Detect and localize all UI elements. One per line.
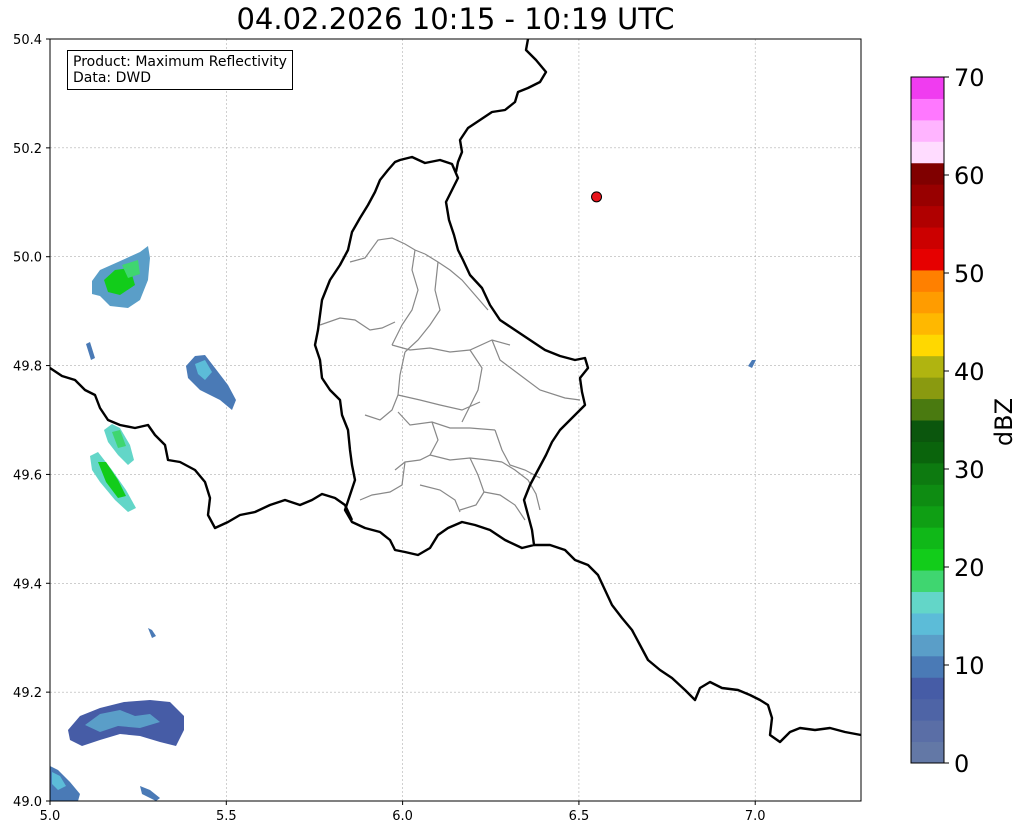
map-plot-area: [50, 39, 861, 801]
colorbar-segment: [911, 441, 944, 464]
colorbar-tick-label: 50: [954, 260, 985, 288]
colorbar-segment: [911, 698, 944, 721]
colorbar-tick-label: 0: [954, 750, 969, 778]
colorbar-segment: [911, 505, 944, 528]
colorbar-tick-label: 40: [954, 358, 985, 386]
map-figure: 5.0 5.5 6.0 6.5 7.0 49.0 49.2 49.4 49.6 49.8 50.0 5…: [13, 33, 1018, 824]
colorbar-segment: [911, 741, 944, 764]
colorbar-segment: [911, 570, 944, 592]
colorbar-segment: [911, 398, 944, 421]
colorbar-segment: [911, 205, 944, 228]
station-marker: [591, 191, 603, 203]
colorbar-segment: [911, 269, 944, 292]
colorbar-tick-label: 60: [954, 162, 985, 190]
y-tick-label: 49.6: [13, 468, 42, 483]
y-tick-label: 49.2: [13, 686, 42, 701]
y-tick-label: 49.8: [13, 360, 42, 375]
y-tick-label: 49.0: [13, 795, 42, 810]
colorbar-segment: [911, 420, 944, 442]
colorbar-segment: [911, 77, 944, 99]
colorbar-segment: [911, 98, 944, 121]
colorbar-segment: [911, 634, 944, 657]
colorbar-segment: [911, 527, 944, 550]
x-tick-label: 7.0: [745, 809, 766, 824]
colorbar-segment: [911, 334, 944, 357]
colorbar-segment: [911, 655, 944, 678]
colorbar-segment: [911, 248, 944, 271]
y-tick-label: 50.4: [13, 33, 42, 48]
colorbar-tick-label: 70: [954, 64, 985, 92]
colorbar-tick-label: 30: [954, 456, 985, 484]
colorbar-segment: [911, 312, 944, 335]
x-tick-label: 5.0: [40, 809, 61, 824]
y-tick-label: 50.0: [13, 251, 42, 266]
colorbar-segment: [911, 677, 944, 700]
colorbar-segment: [911, 355, 944, 378]
colorbar-tick-label: 20: [954, 554, 985, 582]
colorbar-segment: [911, 119, 944, 142]
y-tick-label: 50.2: [13, 142, 42, 157]
colorbar-segment: [911, 291, 944, 314]
x-tick-label: 6.0: [392, 809, 413, 824]
colorbar-segment: [911, 720, 944, 743]
colorbar-segment: [911, 548, 944, 571]
y-tick-label: 49.4: [13, 577, 42, 592]
x-tick-label: 5.5: [216, 809, 237, 824]
colorbar-label: dBZ: [990, 398, 1018, 446]
colorbar-segment: [911, 484, 944, 507]
product-info-box: Product: Maximum Reflectivity Data: DWD: [67, 50, 293, 90]
colorbar-tick-label: 10: [954, 652, 985, 680]
data-source-label: Data: DWD: [73, 70, 151, 86]
colorbar-segment: [911, 377, 944, 400]
colorbar-segment: [911, 591, 944, 614]
product-label: Product: Maximum Reflectivity: [73, 54, 287, 70]
colorbar-segment: [911, 612, 944, 635]
colorbar-segment: [911, 462, 944, 485]
colorbar-segment: [911, 162, 944, 185]
x-tick-label: 6.5: [569, 809, 590, 824]
colorbar-segment: [911, 184, 944, 207]
colorbar-segment: [911, 141, 944, 164]
colorbar: 0 10 20 30 40 50 60 70: [910, 64, 985, 778]
colorbar-segment: [911, 227, 944, 249]
